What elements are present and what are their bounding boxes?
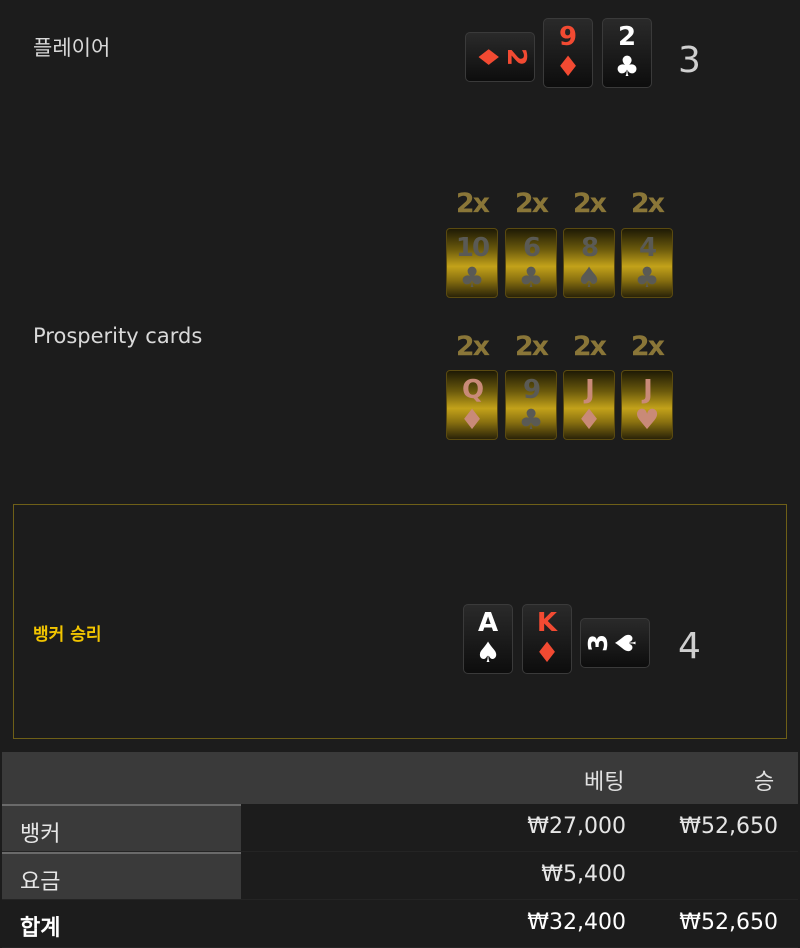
prosperity-card: J ♦ [563, 370, 615, 440]
banker-card-1: A ♠ [463, 604, 513, 674]
club-icon: ♣ [518, 403, 544, 436]
row-bet: ₩27,000 [527, 814, 626, 839]
card-rank: 9 [558, 22, 578, 52]
table-row: 뱅커 ₩27,000 ₩52,650 [2, 804, 798, 852]
multiplier: 2x [630, 331, 665, 362]
card-rank: K [536, 608, 558, 638]
row-name: 뱅커 [2, 804, 241, 851]
prosperity-card: 10 ♣ [446, 228, 498, 298]
table-row: 요금 ₩5,400 [2, 852, 798, 900]
multiplier: 2x [455, 331, 490, 362]
club-icon: ♣ [634, 261, 660, 294]
multiplier: 2x [572, 331, 607, 362]
banker-win-box [13, 504, 787, 739]
bet-summary-table: 베팅 승 뱅커 ₩27,000 ₩52,650 요금 ₩5,400 합계 ₩32… [2, 752, 798, 948]
spade-icon: ♠ [610, 630, 644, 656]
table-header: 베팅 승 [2, 752, 798, 804]
total-name: 합계 [20, 916, 61, 941]
prosperity-card: J ♥ [621, 370, 673, 440]
diamond-icon: ♦ [555, 50, 581, 83]
card-rank: 10 [455, 233, 490, 263]
card-rank: 6 [522, 233, 541, 263]
win-header: 승 [754, 770, 775, 795]
prosperity-card: 8 ♠ [563, 228, 615, 298]
spade-icon: ♠ [475, 636, 501, 669]
heart-icon: ♥ [634, 403, 660, 436]
total-row: 합계 ₩32,400 ₩52,650 [2, 900, 798, 948]
banker-card-3: 3 ♠ [580, 618, 650, 668]
card-rank: J [585, 375, 595, 405]
total-bet: ₩32,400 [527, 910, 626, 935]
banker-score: 4 [678, 626, 701, 667]
diamond-icon: ♦ [534, 636, 560, 669]
bet-header: 베팅 [584, 770, 625, 795]
prosperity-card: 6 ♣ [505, 228, 557, 298]
prosperity-label: Prosperity cards [33, 324, 203, 348]
card-rank: 2 [617, 22, 637, 52]
player-score: 3 [678, 40, 701, 81]
spade-icon: ♠ [576, 261, 602, 294]
card-rank: 9 [522, 375, 541, 405]
player-card-3: 2 ♣ [602, 18, 652, 88]
total-win: ₩52,650 [679, 910, 778, 935]
card-rank: J [643, 375, 653, 405]
club-icon: ♣ [459, 261, 485, 294]
diamond-icon: ♦ [471, 44, 505, 70]
multiplier: 2x [572, 188, 607, 219]
card-rank: 8 [580, 233, 599, 263]
club-icon: ♣ [614, 50, 640, 83]
prosperity-card: 9 ♣ [505, 370, 557, 440]
card-rank: 2 [500, 47, 531, 67]
club-icon: ♣ [518, 261, 544, 294]
multiplier: 2x [514, 331, 549, 362]
prosperity-card: 4 ♣ [621, 228, 673, 298]
row-bet: ₩5,400 [541, 862, 626, 887]
player-card-1: ♦ 2 [465, 32, 535, 82]
multiplier: 2x [514, 188, 549, 219]
multiplier: 2x [455, 188, 490, 219]
diamond-icon: ♦ [576, 403, 602, 436]
multiplier: 2x [630, 188, 665, 219]
banker-card-2: K ♦ [522, 604, 572, 674]
row-win: ₩52,650 [679, 814, 778, 839]
player-card-2: 9 ♦ [543, 18, 593, 88]
player-label: 플레이어 [33, 36, 111, 60]
card-rank: 4 [638, 233, 657, 263]
row-name: 요금 [2, 852, 241, 899]
diamond-icon: ♦ [459, 403, 485, 436]
prosperity-card: Q ♦ [446, 370, 498, 440]
card-rank: A [477, 608, 499, 638]
banker-win-label: 뱅커 승리 [33, 625, 102, 645]
card-rank: Q [461, 375, 484, 405]
